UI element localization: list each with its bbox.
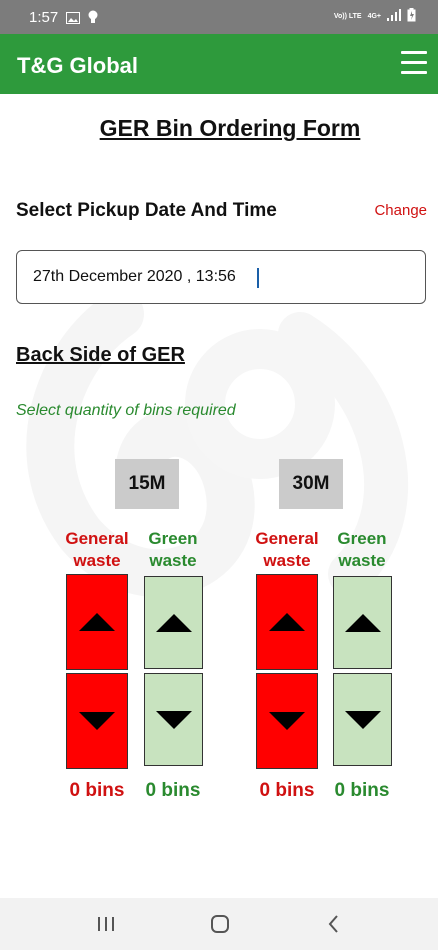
network-type-indicator: 4G+ [367,12,381,20]
pickup-datetime-field[interactable] [16,250,426,304]
gallery-icon [66,11,80,29]
arrow-up-icon [344,613,381,632]
system-nav-bar [0,898,438,950]
lightbulb-icon [88,10,98,29]
general-waste-label: General waste [255,529,319,570]
arrow-up-icon [155,613,192,632]
change-date-link[interactable]: Change [374,202,427,219]
recent-apps-icon[interactable] [94,912,118,936]
text-caret [257,268,259,288]
status-time: 1:57 [29,9,59,26]
bin-size-15m: 15M [115,459,179,509]
arrow-down-icon [155,710,192,729]
green-waste-15m-count: 0 bins [145,780,201,801]
battery-icon [407,8,416,25]
green-waste-15m-decrease-button[interactable] [144,673,203,766]
hamburger-menu-icon[interactable] [401,51,427,75]
signal-icon [387,9,401,24]
green-waste-30m-count: 0 bins [334,780,390,801]
green-waste-label: Green waste [148,529,198,570]
arrow-up-icon [79,613,115,631]
pickup-datetime-input[interactable] [17,251,425,303]
back-icon[interactable] [322,912,346,936]
general-waste-30m-increase-button[interactable] [256,574,318,670]
quantity-hint: Select quantity of bins required [16,402,236,419]
general-waste-15m-decrease-button[interactable] [66,673,128,769]
green-waste-label: Green waste [337,529,387,570]
status-bar: 1:57 Vo)) LTE 4G+ [0,0,438,34]
app-bar: T&G Global [0,34,438,94]
general-waste-15m-increase-button[interactable] [66,574,128,670]
arrow-down-icon [79,712,115,730]
general-waste-30m-count: 0 bins [259,780,315,801]
arrow-down-icon [344,710,381,729]
general-waste-30m-decrease-button[interactable] [256,673,318,769]
general-waste-label: General waste [65,529,129,570]
section-heading: Back Side of GER [16,344,185,366]
arrow-up-icon [269,613,305,631]
volte-indicator: Vo)) LTE [333,12,362,20]
general-waste-15m-count: 0 bins [69,780,125,801]
form-title: GER Bin Ordering Form [99,115,361,141]
bin-size-30m: 30M [279,459,343,509]
green-waste-15m-increase-button[interactable] [144,576,203,669]
app-title: T&G Global [17,53,138,78]
green-waste-30m-increase-button[interactable] [333,576,392,669]
main-content: GER Bin Ordering Form Select Pickup Date… [0,94,438,898]
home-icon[interactable] [208,912,232,936]
pickup-date-label: Select Pickup Date And Time [16,200,277,221]
green-waste-30m-decrease-button[interactable] [333,673,392,766]
arrow-down-icon [269,712,305,730]
